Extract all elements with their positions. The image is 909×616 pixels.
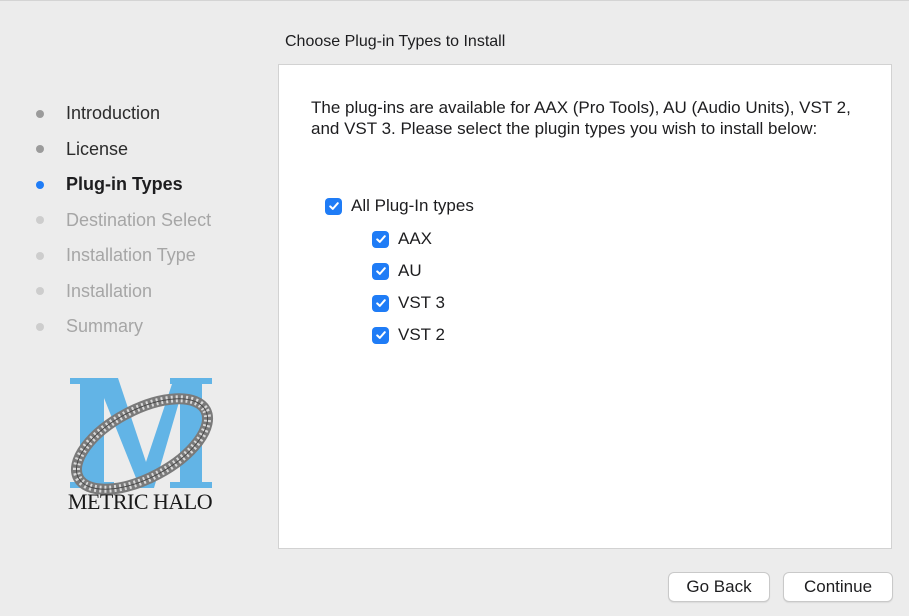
checkbox-checked-icon[interactable]: [372, 326, 389, 344]
checkbox-vst3[interactable]: VST 3: [372, 293, 445, 313]
checkbox-label: VST 3: [398, 293, 445, 312]
checkbox-all-plugin-types[interactable]: All Plug-In types: [325, 196, 474, 216]
step-plug-in-types: Plug-in Types: [36, 167, 266, 203]
checkbox-checked-icon[interactable]: [372, 262, 389, 280]
step-summary: Summary: [36, 309, 266, 345]
step-dot-icon: [36, 322, 44, 331]
checkbox-checked-icon[interactable]: [325, 197, 342, 215]
step-label: Introduction: [66, 103, 161, 124]
step-dot-icon: [36, 251, 44, 260]
window-top-edge: [0, 0, 909, 1]
checkbox-label: AAX: [398, 229, 433, 248]
checkbox-label: All Plug-In types: [351, 196, 474, 215]
step-introduction: Introduction: [36, 96, 266, 132]
checkbox-checked-icon[interactable]: [372, 230, 389, 248]
content-panel: The plug-ins are available for AAX (Pro …: [278, 64, 892, 549]
go-back-button[interactable]: Go Back: [668, 572, 770, 602]
step-dot-icon: [36, 216, 44, 225]
step-label: Installation: [66, 280, 153, 301]
step-installation-type: Installation Type: [36, 238, 266, 274]
step-dot-icon: [36, 109, 44, 118]
step-label: Installation Type: [66, 245, 196, 266]
step-label: Destination Select: [66, 209, 212, 230]
step-label: License: [66, 138, 129, 159]
page-title: Choose Plug-in Types to Install: [285, 33, 506, 50]
checkbox-label: VST 2: [398, 325, 445, 344]
description-text: The plug-ins are available for AAX (Pro …: [311, 98, 851, 138]
checkbox-aax[interactable]: AAX: [372, 229, 432, 249]
step-dot-icon: [36, 145, 44, 154]
checkbox-vst2[interactable]: VST 2: [372, 325, 445, 345]
step-installation: Installation: [36, 274, 266, 310]
installer-steps: Introduction License Plug-in Types Desti…: [36, 96, 266, 345]
step-license: License: [36, 132, 266, 168]
checkbox-label: AU: [398, 261, 422, 280]
logo-wordmark: METRIC HALO: [67, 489, 213, 514]
checkbox-checked-icon[interactable]: [372, 294, 389, 312]
step-label: Plug-in Types: [66, 174, 183, 195]
step-dot-icon: [36, 180, 44, 189]
continue-button[interactable]: Continue: [783, 572, 893, 602]
step-destination-select: Destination Select: [36, 203, 266, 239]
checkbox-au[interactable]: AU: [372, 261, 422, 281]
step-label: Summary: [66, 316, 144, 337]
step-dot-icon: [36, 287, 44, 296]
